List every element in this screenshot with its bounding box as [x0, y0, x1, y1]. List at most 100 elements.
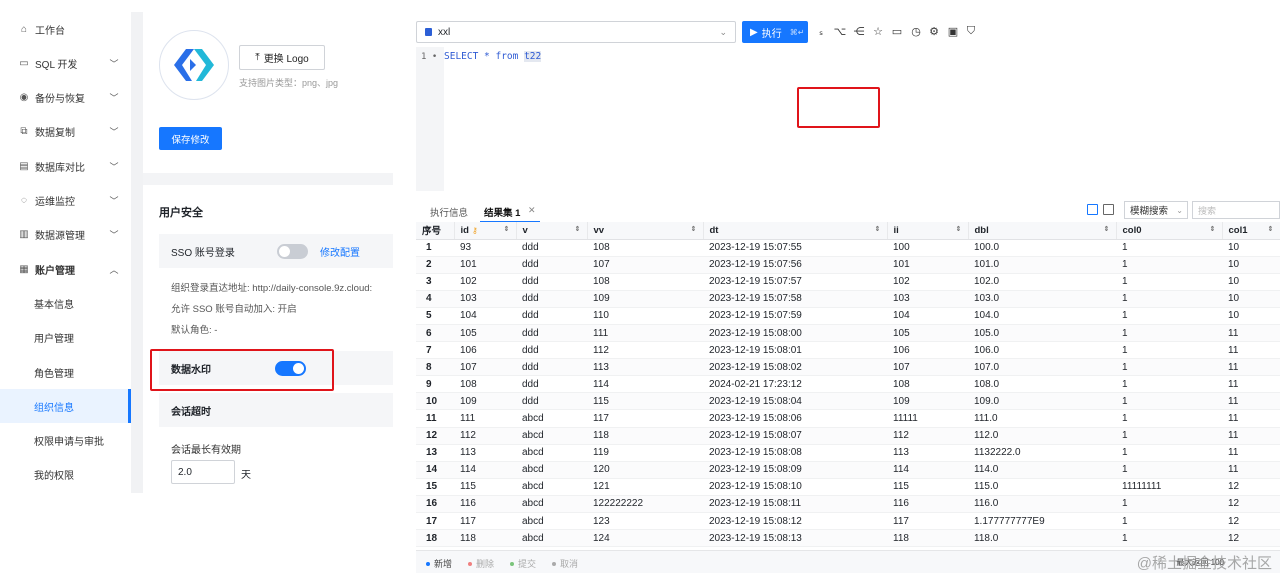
- table-cell[interactable]: 11: [1222, 341, 1280, 360]
- table-cell[interactable]: 93: [454, 239, 516, 257]
- table-cell[interactable]: 15: [416, 478, 454, 496]
- sso-login-toggle[interactable]: [277, 243, 308, 259]
- sort-icon[interactable]: ⇕: [504, 225, 510, 233]
- table-cell[interactable]: 18: [416, 529, 454, 548]
- table-cell[interactable]: 105: [887, 324, 968, 343]
- table-cell[interactable]: 123: [587, 512, 703, 531]
- table-cell[interactable]: 11: [1222, 461, 1280, 479]
- table-cell[interactable]: ddd: [516, 358, 587, 377]
- table-cell[interactable]: 1: [1116, 461, 1222, 479]
- search-input[interactable]: 搜索: [1192, 201, 1280, 219]
- column-header[interactable]: vv ⇕: [587, 222, 704, 240]
- table-cell[interactable]: 2024-02-21 17:23:12: [703, 375, 887, 394]
- table-cell[interactable]: ddd: [516, 256, 587, 274]
- save-button[interactable]: 保存修改: [159, 127, 222, 150]
- table-cell[interactable]: 2023-12-19 15:08:01: [703, 341, 887, 360]
- table-cell[interactable]: 2023-12-19 15:08:12: [703, 512, 887, 531]
- sidebar-subitem-4[interactable]: 组织信息: [0, 389, 131, 424]
- table-cell[interactable]: 11: [1222, 392, 1280, 411]
- table-cell[interactable]: 2023-12-19 15:08:13: [703, 529, 887, 548]
- table-cell[interactable]: 114: [887, 461, 968, 479]
- settings-icon[interactable]: ⚙: [927, 24, 941, 38]
- table-cell[interactable]: 116: [887, 495, 968, 514]
- table-cell[interactable]: 1: [1116, 409, 1222, 428]
- table-cell[interactable]: 103: [454, 290, 516, 308]
- table-cell[interactable]: 2023-12-19 15:08:00: [703, 324, 887, 343]
- table-cell[interactable]: 113: [587, 358, 703, 377]
- sql-format-icon[interactable]: ₛ: [814, 24, 828, 38]
- table-cell[interactable]: 111: [587, 324, 703, 343]
- sidebar-subitem-2[interactable]: 用户管理: [0, 321, 131, 355]
- table-cell[interactable]: abcd: [516, 478, 587, 496]
- table-cell[interactable]: 10: [1222, 256, 1280, 274]
- sidebar-item-7[interactable]: ▥ 数据源管理 ﹀: [0, 218, 131, 252]
- table-row[interactable]: 3 102 ddd 108 2023-12-19 15:07:57 102 102.0 1 10: [416, 273, 1280, 291]
- table-cell[interactable]: 109: [587, 290, 703, 308]
- table-cell[interactable]: 117: [887, 512, 968, 531]
- table-cell[interactable]: 114: [587, 375, 703, 394]
- table-cell[interactable]: 101: [454, 256, 516, 274]
- sort-icon[interactable]: ⇕: [575, 225, 581, 233]
- table-cell[interactable]: 8: [416, 358, 454, 377]
- table-cell[interactable]: 1: [1116, 341, 1222, 360]
- sort-icon[interactable]: ⇕: [1210, 225, 1216, 233]
- table-cell[interactable]: ddd: [516, 290, 587, 308]
- table-row[interactable]: 14 114 abcd 120 2023-12-19 15:08:09 114 114.0 1…: [416, 461, 1280, 479]
- table-cell[interactable]: 118: [887, 529, 968, 548]
- table-cell[interactable]: 112: [454, 427, 516, 445]
- table-cell[interactable]: 14: [416, 461, 454, 479]
- table-row[interactable]: 8 107 ddd 113 2023-12-19 15:08:02 107 107.0 1 11: [416, 358, 1280, 377]
- table-cell[interactable]: 11: [1222, 444, 1280, 462]
- sidebar-item-5[interactable]: ▤ 数据库对比 ﹀: [0, 149, 131, 183]
- table-cell[interactable]: 121: [587, 478, 703, 496]
- sidebar-subitem-6[interactable]: 我的权限: [0, 458, 131, 492]
- table-cell[interactable]: abcd: [516, 409, 587, 428]
- sidebar-item-1[interactable]: ⌂ 工作台: [0, 12, 131, 46]
- table-cell[interactable]: 105.0: [968, 324, 1116, 343]
- table-cell[interactable]: 115: [454, 478, 516, 496]
- table-cell[interactable]: 111.0: [968, 409, 1116, 428]
- column-header[interactable]: dt ⇕: [703, 222, 888, 240]
- table-cell[interactable]: abcd: [516, 461, 587, 479]
- table-row[interactable]: 18 118 abcd 124 2023-12-19 15:08:13 118 118.0 1…: [416, 529, 1280, 548]
- table-row[interactable]: 16 116 abcd 122222222 2023-12-19 15:08:11 116…: [416, 495, 1280, 514]
- table-cell[interactable]: 16: [416, 495, 454, 514]
- sidebar-subitem-5[interactable]: 权限申请与审批: [0, 424, 131, 458]
- table-cell[interactable]: 1: [1116, 273, 1222, 291]
- table-cell[interactable]: 3: [416, 273, 454, 291]
- sso-edit-config-link[interactable]: 修改配置: [320, 244, 360, 259]
- table-cell[interactable]: 2023-12-19 15:08:11: [703, 495, 887, 514]
- table-cell[interactable]: 12: [1222, 478, 1280, 496]
- table-cell[interactable]: 1: [1116, 444, 1222, 462]
- shield-icon[interactable]: ⛉: [964, 24, 978, 38]
- table-cell[interactable]: 1: [1116, 239, 1222, 257]
- table-row[interactable]: 7 106 ddd 112 2023-12-19 15:08:01 106 106.0 1 11: [416, 341, 1280, 360]
- table-cell[interactable]: 1: [1116, 427, 1222, 445]
- table-cell[interactable]: 114: [454, 461, 516, 479]
- column-header[interactable]: col0 ⇕: [1116, 222, 1223, 240]
- sort-icon[interactable]: ⇕: [691, 225, 697, 233]
- table-row[interactable]: 13 113 abcd 119 2023-12-19 15:08:08 113 113222…: [416, 444, 1280, 462]
- table-cell[interactable]: 1: [1116, 375, 1222, 394]
- table-row[interactable]: 9 108 ddd 114 2024-02-21 17:23:12 108 108.0 1 11: [416, 375, 1280, 394]
- table-cell[interactable]: 2023-12-19 15:08:04: [703, 392, 887, 411]
- table-cell[interactable]: 120: [587, 461, 703, 479]
- table-cell[interactable]: 1: [1116, 529, 1222, 548]
- database-select[interactable]: xxl ⌄: [416, 21, 736, 43]
- table-cell[interactable]: 107: [454, 358, 516, 377]
- table-cell[interactable]: 1: [1116, 392, 1222, 411]
- table-cell[interactable]: 1132222.0: [968, 444, 1116, 462]
- table-cell[interactable]: 10: [416, 392, 454, 411]
- close-icon[interactable]: ✕: [528, 205, 536, 216]
- table-cell[interactable]: 2023-12-19 15:07:55: [703, 239, 887, 257]
- grid-view-icon[interactable]: [1087, 204, 1098, 215]
- table-cell[interactable]: 117: [587, 409, 703, 428]
- table-cell[interactable]: abcd: [516, 444, 587, 462]
- tab-result-set[interactable]: 结果集 1: [484, 205, 520, 219]
- table-cell[interactable]: 118: [454, 529, 516, 548]
- table-cell[interactable]: 4: [416, 290, 454, 308]
- share-icon[interactable]: ⋲: [852, 24, 866, 38]
- sidebar-item-6[interactable]: ◌ 运维监控 ﹀: [0, 184, 131, 218]
- table-cell[interactable]: 2: [416, 256, 454, 274]
- table-cell[interactable]: 12: [1222, 529, 1280, 548]
